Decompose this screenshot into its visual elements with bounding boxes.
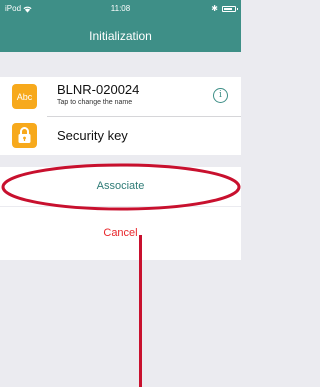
battery-fill bbox=[224, 8, 232, 10]
cancel-button[interactable]: Cancel bbox=[0, 207, 241, 260]
battery-icon bbox=[222, 6, 238, 12]
associate-button[interactable]: Associate bbox=[0, 167, 241, 206]
lock-icon bbox=[12, 123, 37, 148]
device-name-hint: Tap to change the name bbox=[57, 99, 133, 106]
text-icon: Abc bbox=[12, 84, 37, 109]
security-key-label: Security key bbox=[57, 128, 128, 143]
status-right: ✱ bbox=[211, 0, 238, 18]
security-key-row[interactable]: Security key bbox=[0, 116, 241, 155]
annotation-pointer-line bbox=[139, 235, 142, 387]
header: iPod 11:08 ✱ Initialization bbox=[0, 0, 241, 52]
status-time: 11:08 bbox=[110, 4, 131, 13]
page-title: Initialization bbox=[89, 29, 152, 43]
info-icon[interactable]: i bbox=[213, 88, 228, 103]
device-name: BLNR-020024 bbox=[57, 82, 140, 97]
status-bar: iPod 11:08 ✱ bbox=[0, 0, 241, 18]
device-name-row[interactable]: Abc BLNR-020024 Tap to change the name i bbox=[0, 77, 241, 116]
settings-list: Abc BLNR-020024 Tap to change the name i… bbox=[0, 77, 241, 155]
bluetooth-icon: ✱ bbox=[211, 4, 218, 13]
